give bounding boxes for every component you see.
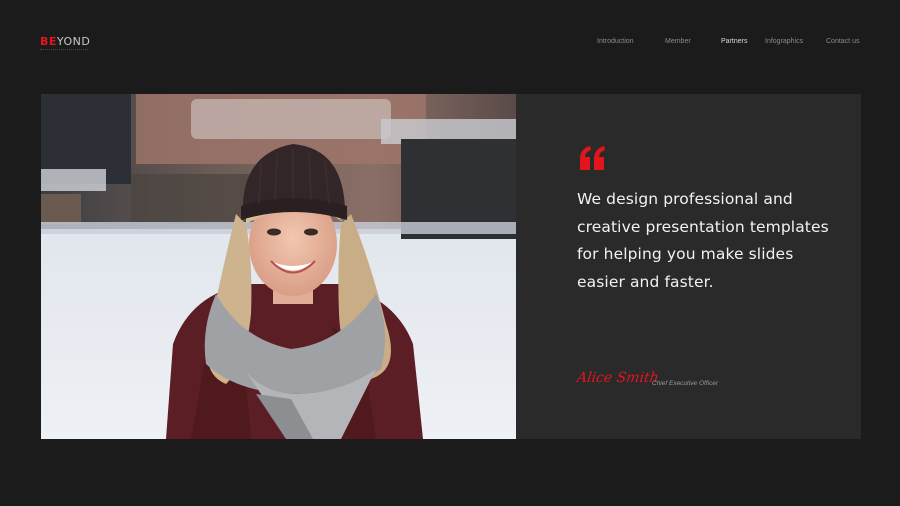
testimonial-quote: We design professional and creative pres… (577, 190, 829, 291)
slide: BEYOND Introduction Member Partners Info… (0, 0, 900, 506)
quote-icon (580, 146, 605, 170)
author-role: Chief Executive Officer (652, 380, 719, 387)
nav-item-partners[interactable]: Partners (721, 38, 747, 45)
nav-item-introduction[interactable]: Introduction (597, 38, 634, 45)
nav-item-member[interactable]: Member (665, 38, 691, 45)
portrait-illustration (41, 94, 516, 439)
top-navigation: Introduction Member Partners Infographic… (0, 38, 900, 48)
logo-tagline-line (40, 49, 88, 51)
portrait-photo (41, 94, 516, 439)
nav-item-contact-us[interactable]: Contact us (826, 38, 859, 45)
author-signature: Alice Smith (575, 370, 660, 386)
nav-item-infographics[interactable]: Infographics (765, 38, 803, 45)
testimonial-panel: We design professional and creative pres… (516, 94, 861, 439)
